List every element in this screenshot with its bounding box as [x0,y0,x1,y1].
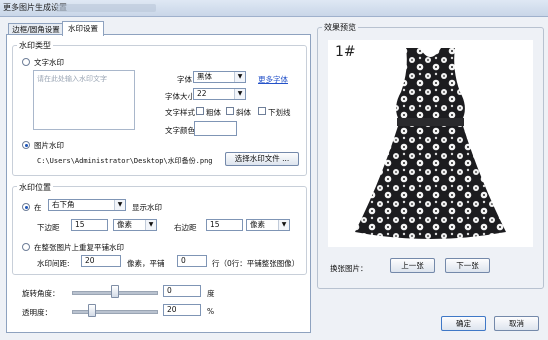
spacing-mid-label: 像素，平铺 [127,259,165,268]
italic-checkbox[interactable] [226,107,234,115]
chevron-down-icon: ▼ [114,200,125,210]
font-size-value: 22 [197,89,207,98]
tile-radio[interactable] [22,243,30,251]
opacity-slider-thumb[interactable] [87,304,96,317]
spacing-input[interactable]: 20 [81,255,121,267]
dress-image [355,48,506,239]
position-at-label: 在 [34,203,42,212]
underline-checkbox[interactable] [258,107,266,115]
bottom-margin-label: 下边距 [37,223,60,232]
watermark-text-input[interactable]: 请在此处输入水印文字 [33,70,135,130]
rotation-input[interactable]: 0 [163,285,201,297]
tab-watermark[interactable]: 水印设置 [62,21,104,36]
opacity-label: 透明度： [22,308,52,317]
title-obscured [56,4,156,12]
rotation-unit: 度 [207,289,215,298]
bottom-margin-input[interactable]: 15 [71,219,108,231]
position-radio[interactable] [22,203,30,211]
title-bar: 更多图片生成设置 [0,0,548,17]
italic-label: 斜体 [236,108,251,117]
right-margin-label: 右边距 [174,223,197,232]
watermark-text-placeholder: 请在此处输入水印文字 [37,75,107,83]
font-select-value: 黑体 [197,72,212,81]
right-margin-input[interactable]: 15 [206,219,243,231]
rotation-slider-thumb[interactable] [111,285,119,298]
chevron-down-icon: ▼ [234,89,245,99]
right-unit-select[interactable]: 像素 ▼ [246,219,290,231]
rows-suffix-label: 行（0行：平铺整张图像） [212,259,300,268]
position-select-value: 右下角 [52,200,75,209]
font-size-select[interactable]: 22 ▼ [193,88,246,100]
chevron-down-icon: ▼ [145,220,156,230]
bold-checkbox[interactable] [196,107,204,115]
prev-image-button[interactable]: 上一张 [390,258,435,273]
watermark-position-title: 水印位置 [17,182,53,193]
chevron-down-icon: ▼ [234,72,245,82]
ok-button[interactable]: 确定 [441,316,486,331]
right-unit-value: 像素 [250,220,265,229]
text-watermark-radio[interactable] [22,58,30,66]
show-watermark-label: 显示水印 [132,203,162,212]
next-image-button[interactable]: 下一张 [445,258,490,273]
cancel-button[interactable]: 取消 [494,316,539,331]
chevron-down-icon: ▼ [278,220,289,230]
opacity-slider-track[interactable] [72,310,158,314]
bottom-unit-value: 像素 [117,220,132,229]
opacity-unit: % [207,307,215,316]
watermark-type-title: 水印类型 [17,40,53,51]
font-select[interactable]: 黑体 ▼ [193,71,246,83]
choose-watermark-button[interactable]: 选择水印文件 ... [225,152,299,166]
position-select[interactable]: 右下角 ▼ [48,199,126,211]
underline-label: 下划线 [268,108,291,117]
bottom-unit-select[interactable]: 像素 ▼ [113,219,157,231]
tile-label: 在整张图片上重复平铺水印 [34,243,124,252]
text-watermark-label: 文字水印 [34,58,64,67]
preview-image: 1# [328,40,533,247]
preview-title: 效果预览 [322,22,358,33]
opacity-input[interactable]: 20 [163,304,201,316]
text-color-swatch[interactable] [194,121,237,136]
spacing-label: 水印间距: [37,259,70,268]
tab-border-corner-label: 边框/圆角设置 [12,25,60,34]
rotation-label: 旋转角度： [22,289,60,298]
rows-input[interactable]: 0 [177,255,207,267]
tab-watermark-label: 水印设置 [68,24,98,33]
bold-label: 粗体 [206,108,221,117]
switch-image-label: 换张图片： [330,264,368,273]
image-watermark-label: 图片水印 [34,141,64,150]
image-watermark-radio[interactable] [22,141,30,149]
image-path: C:\Users\Administrator\Desktop\水印备份.png [37,157,213,165]
more-fonts-link[interactable]: 更多字体 [258,74,288,85]
